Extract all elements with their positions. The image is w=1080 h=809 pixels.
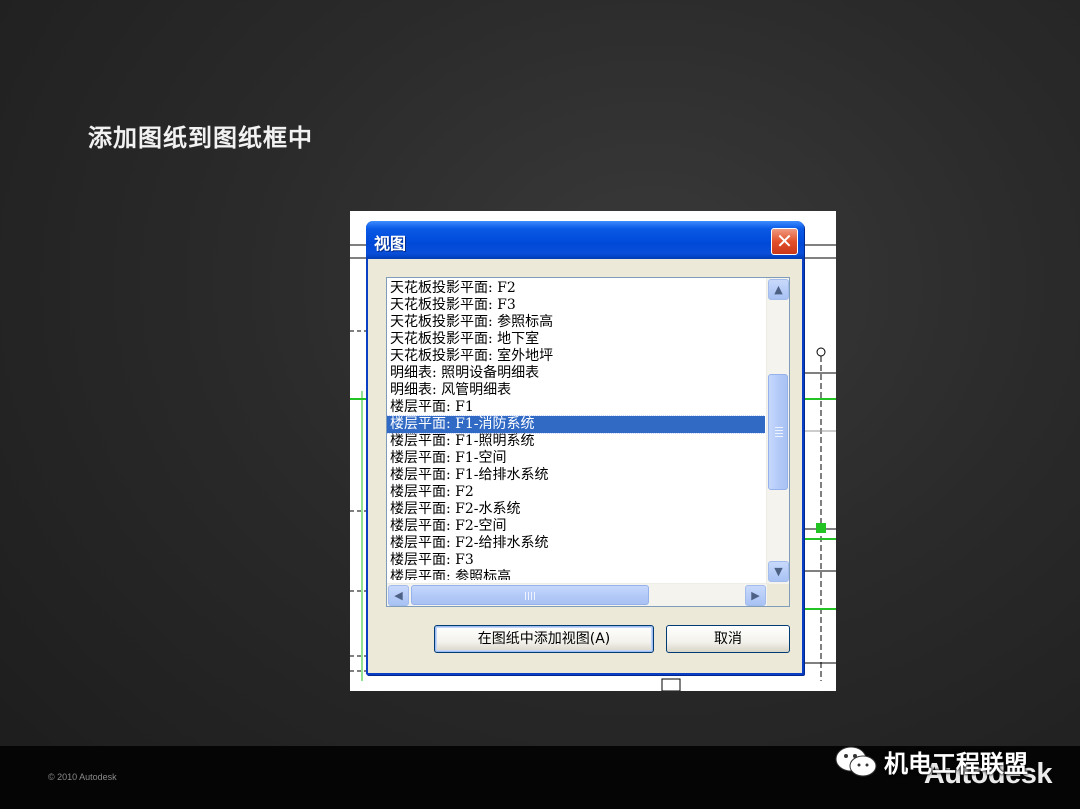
list-item[interactable]: 楼层平面: F2 [387, 484, 765, 501]
vertical-scroll-thumb[interactable] [768, 374, 788, 490]
copyright: © 2010 Autodesk [48, 772, 117, 782]
scroll-right-icon[interactable]: ▶ [745, 585, 766, 606]
vertical-scrollbar[interactable]: ▲ ▼ [766, 278, 789, 584]
horizontal-scrollbar[interactable]: ◀ ▶ [387, 583, 769, 606]
list-item[interactable]: 楼层平面: F2-水系统 [387, 501, 765, 518]
list-item[interactable]: 天花板投影平面: F3 [387, 297, 765, 314]
horizontal-scroll-thumb[interactable] [411, 585, 649, 605]
list-item[interactable]: 楼层平面: F2-空间 [387, 518, 765, 535]
list-item[interactable]: 楼层平面: F1-消防系统 [387, 415, 765, 434]
list-item[interactable]: 天花板投影平面: 室外地坪 [387, 348, 765, 365]
list-item[interactable]: 天花板投影平面: F2 [387, 280, 765, 297]
add-view-to-sheet-button[interactable]: 在图纸中添加视图(A) [434, 625, 654, 653]
wechat-icon [835, 746, 877, 776]
close-icon[interactable]: ✕ [771, 228, 798, 255]
list-item[interactable]: 楼层平面: F1-给排水系统 [387, 467, 765, 484]
slide-title: 添加图纸到图纸框中 [88, 124, 313, 152]
watermark: 机电工程联盟 [834, 744, 1028, 779]
view-list[interactable]: 天花板投影平面: F2 天花板投影平面: F3 天花板投影平面: 参照标高 天花板投影… [386, 277, 790, 607]
list-item[interactable]: 楼层平面: F1 [387, 399, 765, 416]
list-item[interactable]: 天花板投影平面: 地下室 [387, 331, 765, 348]
list-item[interactable]: 楼层平面: F3 [387, 552, 765, 569]
dialog-title: 视图 [374, 234, 407, 253]
cancel-button[interactable]: 取消 [666, 625, 790, 653]
watermark-text: 机电工程联盟 [884, 750, 1028, 778]
scroll-left-icon[interactable]: ◀ [388, 585, 409, 606]
dialog-titlebar[interactable]: 视图 ✕ [366, 221, 804, 259]
scrollbar-corner [767, 584, 789, 606]
list-item[interactable]: 楼层平面: F2-给排水系统 [387, 535, 765, 552]
view-list-items: 天花板投影平面: F2 天花板投影平面: F3 天花板投影平面: 参照标高 天花板投影… [387, 280, 765, 580]
scroll-down-icon[interactable]: ▼ [768, 561, 789, 582]
list-item[interactable]: 明细表: 风管明细表 [387, 382, 765, 399]
list-item[interactable]: 明细表: 照明设备明细表 [387, 365, 765, 382]
revit-screenshot: 视图 ✕ 天花板投影平面: F2 天花板投影平面: F3 天花板投影平面: 参照标高… [350, 211, 836, 691]
list-item[interactable]: 楼层平面: F1-照明系统 [387, 433, 765, 450]
scroll-up-icon[interactable]: ▲ [768, 279, 789, 300]
list-item[interactable]: 楼层平面: F1-空间 [387, 450, 765, 467]
list-item[interactable]: 楼层平面: 参照标高 [387, 569, 765, 580]
list-item[interactable]: 天花板投影平面: 参照标高 [387, 314, 765, 331]
view-dialog: 视图 ✕ 天花板投影平面: F2 天花板投影平面: F3 天花板投影平面: 参照标高… [366, 221, 804, 675]
